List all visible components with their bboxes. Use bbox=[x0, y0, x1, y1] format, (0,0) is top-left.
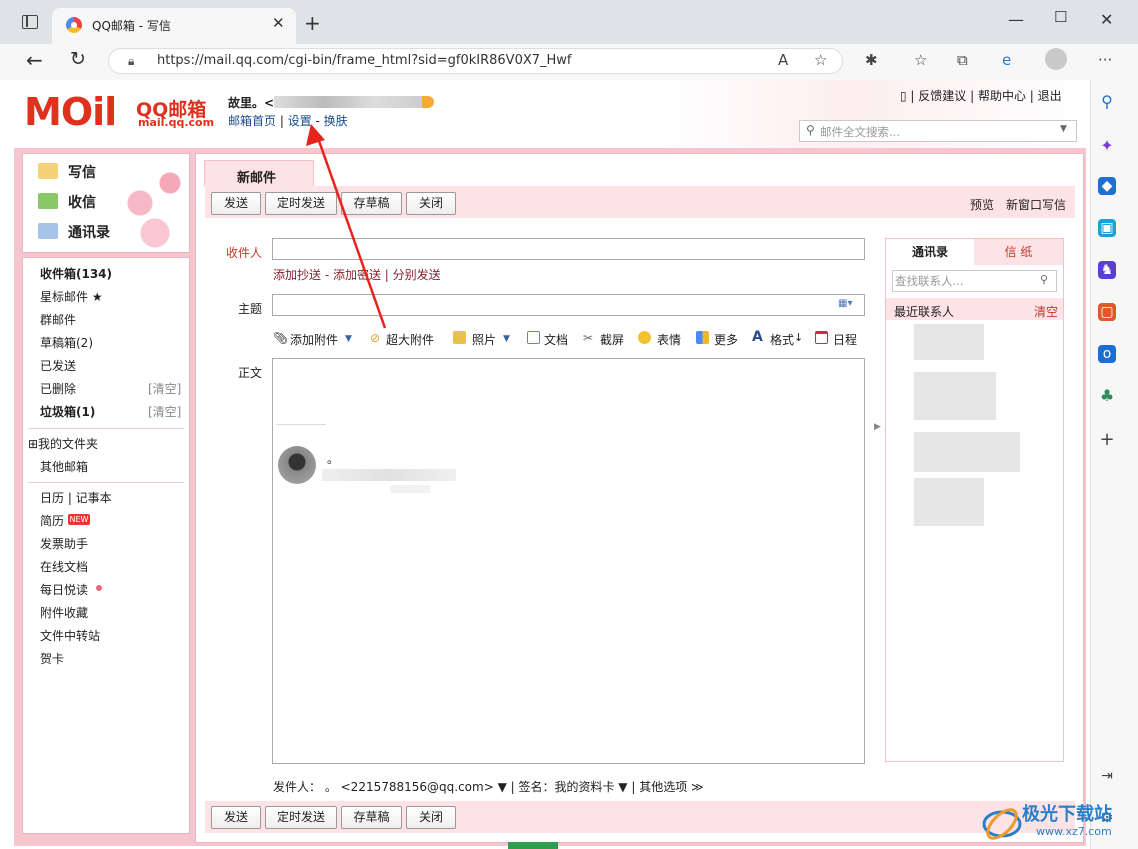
annotation-arrow bbox=[306, 124, 387, 329]
watermark-brand: 极光下载站 bbox=[1022, 804, 1112, 825]
watermark-url: www.xz7.com bbox=[1036, 825, 1112, 838]
